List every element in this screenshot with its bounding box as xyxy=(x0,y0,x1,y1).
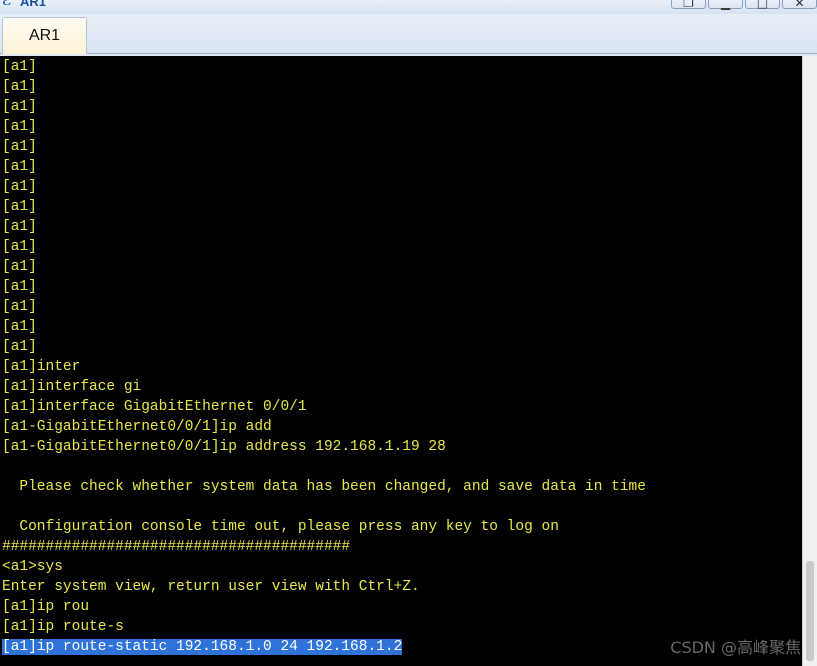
console-line-text: [a1] xyxy=(2,99,37,115)
console-line: [a1]inter xyxy=(2,359,646,379)
close-button[interactable]: ✕ xyxy=(782,0,817,10)
scrollbar-thumb[interactable] xyxy=(806,561,814,661)
console-line: [a1] xyxy=(2,59,646,79)
console-line-text: [a1] xyxy=(2,279,37,295)
tab-ar1[interactable]: AR1 xyxy=(2,17,87,54)
minimize-icon: ▁ xyxy=(720,0,731,10)
app-logo-icon: ℰ xyxy=(2,0,12,9)
console-line-text: [a1] xyxy=(2,339,37,355)
console-line: [a1]ip rou xyxy=(2,599,646,619)
console-line-text: [a1] xyxy=(2,59,37,75)
console-line-text: [a1]inter xyxy=(2,359,81,375)
console-line: [a1]ip route-s xyxy=(2,619,646,639)
console-line-text: [a1-GigabitEthernet0/0/1]ip add xyxy=(2,419,272,435)
console-line: [a1] xyxy=(2,159,646,179)
console-line: ######################################## xyxy=(2,539,646,559)
window-controls: ❐ ▁ □ ✕ xyxy=(669,0,817,10)
console-line: [a1] xyxy=(2,99,646,119)
console-line: [a1] xyxy=(2,179,646,199)
console-line: [a1] xyxy=(2,299,646,319)
console-line-text: [a1] xyxy=(2,119,37,135)
minimize-button[interactable]: ▁ xyxy=(708,0,743,10)
console-line: [a1] xyxy=(2,259,646,279)
terminal-window: ℰ AR1 ❐ ▁ □ ✕ AR1 [a1] [a1] [a1] [a1] [a1] [a… xyxy=(0,0,817,666)
console-line: <a1>sys xyxy=(2,559,646,579)
console-line: [a1] xyxy=(2,199,646,219)
console-line: [a1-GigabitEthernet0/0/1]ip address 192.… xyxy=(2,439,646,459)
tab-label: AR1 xyxy=(28,27,61,44)
console-line-text: Please check whether system data has bee… xyxy=(2,479,646,495)
console-line: [a1] xyxy=(2,139,646,159)
maximize-button[interactable]: □ xyxy=(745,0,780,10)
console-line-text: <a1>sys xyxy=(2,559,63,575)
console-line-text: Configuration console time out, please p… xyxy=(2,519,559,535)
console-line-text: [a1] xyxy=(2,79,37,95)
watermark: CSDN @高峰聚焦 xyxy=(670,638,801,657)
console-line: [a1] xyxy=(2,239,646,259)
console-line-text: [a1] xyxy=(2,139,37,155)
console-line-text: [a1] xyxy=(2,199,37,215)
console-line: [a1]interface gi xyxy=(2,379,646,399)
title-bar[interactable]: ℰ AR1 ❐ ▁ □ ✕ xyxy=(0,0,817,14)
console-line: [a1] xyxy=(2,219,646,239)
console-line: [a1] xyxy=(2,319,646,339)
console-line-text: [a1]ip route-static 192.168.1.0 24 192.1… xyxy=(2,639,403,655)
console-line-text: [a1] xyxy=(2,219,37,235)
window-title: AR1 xyxy=(20,0,47,9)
console-output[interactable]: [a1] [a1] [a1] [a1] [a1] [a1] [a1] [a1] [a1] [a1]… xyxy=(0,56,802,666)
console-line-text: [a1] xyxy=(2,319,37,335)
vertical-scrollbar[interactable] xyxy=(802,56,817,666)
restore-button[interactable]: ❐ xyxy=(671,0,706,10)
console-line-text: [a1]interface gi xyxy=(2,379,142,395)
console-line-text: [a1] xyxy=(2,239,37,255)
console-line-text: [a1]interface GigabitEthernet 0/0/1 xyxy=(2,399,307,415)
console-lines: [a1] [a1] [a1] [a1] [a1] [a1] [a1] [a1] [a1] [a1]… xyxy=(2,59,646,659)
console-line: [a1] xyxy=(2,79,646,99)
console-line-text: [a1] xyxy=(2,159,37,175)
close-icon: ✕ xyxy=(794,0,805,10)
tab-strip: AR1 xyxy=(0,14,817,54)
console-line: [a1] xyxy=(2,279,646,299)
restore-icon: ❐ xyxy=(683,0,694,10)
console-line-text: [a1] xyxy=(2,179,37,195)
console-line: [a1-GigabitEthernet0/0/1]ip add xyxy=(2,419,646,439)
console-line: [a1]ip route-static 192.168.1.0 24 192.1… xyxy=(2,639,646,659)
console-line-text: [a1] xyxy=(2,259,37,275)
console-line: [a1]interface GigabitEthernet 0/0/1 xyxy=(2,399,646,419)
console-line: [a1] xyxy=(2,339,646,359)
console-line-text: [a1]ip route-s xyxy=(2,619,124,635)
console-line-text: ######################################## xyxy=(2,539,351,555)
console-line: [a1] xyxy=(2,119,646,139)
console-line: Please check whether system data has bee… xyxy=(2,479,646,499)
console-line: Configuration console time out, please p… xyxy=(2,519,646,539)
console-line-text: [a1] xyxy=(2,299,37,315)
console-line: Enter system view, return user view with… xyxy=(2,579,646,599)
console-line-text: [a1-GigabitEthernet0/0/1]ip address 192.… xyxy=(2,439,446,455)
console-line-text: [a1]ip rou xyxy=(2,599,90,615)
maximize-icon: □ xyxy=(756,0,769,10)
console-line-text: Enter system view, return user view with… xyxy=(2,579,420,595)
